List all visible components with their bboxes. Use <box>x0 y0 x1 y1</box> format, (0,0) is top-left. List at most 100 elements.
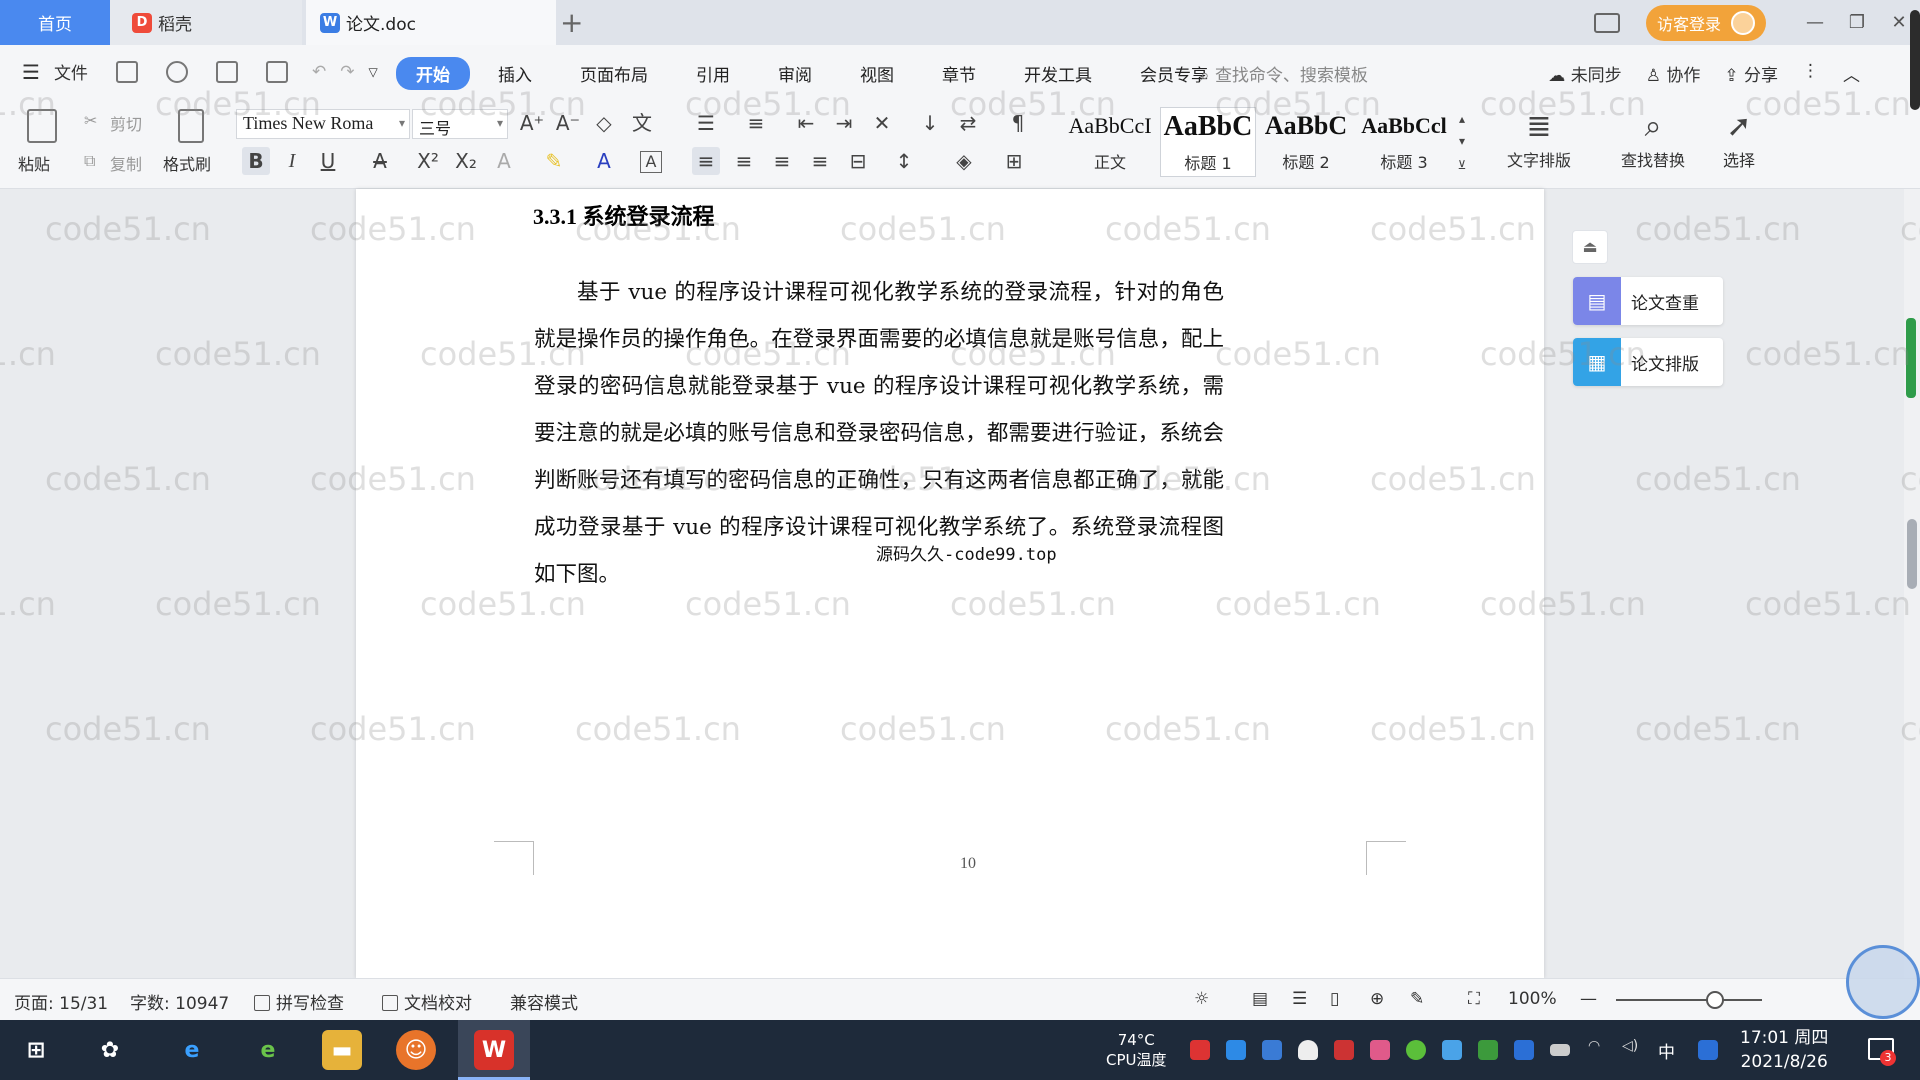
shrink-font-icon[interactable]: A⁻ <box>554 109 582 137</box>
tray-app-icon[interactable] <box>1334 1040 1354 1060</box>
scissors-icon[interactable]: ✂ <box>84 111 97 130</box>
paste-button[interactable]: 粘贴 <box>18 151 50 175</box>
fit-page-icon[interactable]: ⛶ <box>1468 989 1480 1009</box>
system-clock[interactable]: 17:01 周四 2021/8/26 <box>1740 1026 1828 1074</box>
increase-indent-icon[interactable]: ⇥ <box>830 109 858 137</box>
superscript-icon[interactable]: X² <box>414 147 442 175</box>
share-button[interactable]: ⇪ 分享 <box>1724 61 1778 86</box>
file-explorer-icon[interactable]: ▬ <box>322 1030 362 1070</box>
copy-icon[interactable]: ⧉ <box>84 151 95 171</box>
sync-button[interactable]: ☁ 未同步 <box>1548 61 1621 86</box>
zoom-slider-thumb[interactable] <box>1706 991 1724 1009</box>
tab-developer[interactable]: 开发工具 <box>1004 57 1112 90</box>
command-search[interactable]: ⌕ 查找命令、搜索模板 <box>1200 61 1368 86</box>
paper-check-button[interactable]: ▤ 论文查重 <box>1573 277 1723 325</box>
windows-start-icon[interactable]: ⊞ <box>16 1030 56 1070</box>
tab-view[interactable]: 视图 <box>840 57 914 90</box>
print-preview-icon[interactable] <box>265 60 288 83</box>
font-name-select[interactable]: Times New Roma ▾ <box>236 109 410 139</box>
select-button[interactable]: ➚ 选择 <box>1694 107 1784 171</box>
guest-login-button[interactable]: 访客登录 <box>1646 4 1766 41</box>
bell-icon[interactable] <box>1298 1040 1318 1060</box>
bluetooth-icon[interactable] <box>1514 1040 1534 1060</box>
page-indicator[interactable]: 页面: 15/31 <box>14 989 108 1014</box>
redo-icon[interactable]: ↷ <box>340 62 354 82</box>
show-marks-icon[interactable]: ¶ <box>1004 109 1032 137</box>
phonetic-icon[interactable]: 文 <box>628 109 656 137</box>
tab-review[interactable]: 审阅 <box>758 57 832 90</box>
tab-document[interactable]: W 论文.doc <box>306 0 556 45</box>
highlight-icon[interactable]: ✎ <box>540 147 568 175</box>
align-right-icon[interactable]: ≡ <box>768 147 796 175</box>
char-border-icon[interactable]: A <box>640 151 662 173</box>
section-heading[interactable]: 3.3.1 系统登录流程 <box>533 199 715 231</box>
style-normal[interactable]: AaBbCcI 正文 <box>1062 107 1158 177</box>
chinese-layout-icon[interactable]: ✕ <box>868 109 896 137</box>
bullet-list-icon[interactable]: ☰ <box>692 109 720 137</box>
italic-icon[interactable]: I <box>278 147 306 175</box>
assistant-avatar-icon[interactable] <box>1846 945 1920 1019</box>
tray-app-icon[interactable] <box>1370 1040 1390 1060</box>
tab-daoke[interactable]: D 稻壳 <box>110 0 302 45</box>
reading-view-icon[interactable]: ▯ <box>1330 989 1339 1009</box>
style-heading-2[interactable]: AaBbC 标题 2 <box>1258 107 1354 177</box>
clear-format-icon[interactable]: ◇ <box>590 109 618 137</box>
bold-icon[interactable]: B <box>242 147 270 175</box>
search-tray-icon[interactable] <box>1698 1040 1718 1060</box>
align-left-icon[interactable]: ≡ <box>692 147 720 175</box>
tab-insert[interactable]: 插入 <box>478 57 552 90</box>
tab-start[interactable]: 开始 <box>396 57 470 90</box>
pinwheel-app-icon[interactable]: ✿ <box>90 1030 130 1070</box>
customize-arrow-icon[interactable]: ▽ <box>368 65 377 79</box>
side-panel-collapse-icon[interactable]: ⏏ <box>1572 230 1608 264</box>
doc-proof-button[interactable]: 文档校对 <box>382 989 472 1014</box>
undo-icon[interactable]: ↶ <box>312 62 326 82</box>
tray-app-icon[interactable] <box>1190 1040 1210 1060</box>
format-painter-icon[interactable] <box>178 109 204 143</box>
spell-check-button[interactable]: 拼写检查 <box>254 989 344 1014</box>
page-view-icon[interactable]: ▤ <box>1252 989 1268 1009</box>
numbered-list-icon[interactable]: ≡ <box>742 109 770 137</box>
new-tab-button[interactable]: + <box>560 6 583 39</box>
outline-view-icon[interactable]: ☰ <box>1292 989 1307 1009</box>
decrease-indent-icon[interactable]: ⇤ <box>792 109 820 137</box>
underline-icon[interactable]: U <box>314 147 342 175</box>
collapse-ribbon-icon[interactable]: ︿ <box>1843 61 1860 86</box>
write-mode-icon[interactable]: ✎ <box>1410 989 1424 1009</box>
paste-icon[interactable] <box>27 109 57 143</box>
text-effect-icon[interactable]: A <box>490 147 518 175</box>
grow-font-icon[interactable]: A⁺ <box>518 109 546 137</box>
tray-app-icon[interactable] <box>1226 1040 1246 1060</box>
battery-icon[interactable] <box>1550 1044 1570 1056</box>
line-spacing-icon[interactable]: ↕ <box>890 147 918 175</box>
cut-button[interactable]: 剪切 <box>110 111 142 135</box>
wps-writer-icon[interactable]: W <box>474 1030 514 1070</box>
ime-indicator[interactable]: 中 <box>1658 1038 1675 1063</box>
styles-expand-icon[interactable]: ⊻ <box>1448 151 1476 179</box>
subscript-icon[interactable]: X₂ <box>452 147 480 175</box>
copy-button[interactable]: 复制 <box>110 151 142 175</box>
wifi-icon[interactable]: ◠ <box>1588 1038 1600 1054</box>
tab-sections[interactable]: 章节 <box>922 57 996 90</box>
file-menu[interactable]: 文件 <box>54 59 88 84</box>
zoom-out-icon[interactable]: — <box>1580 989 1597 1009</box>
find-replace-button[interactable]: ⌕ 查找替换 <box>1608 107 1698 171</box>
hamburger-icon[interactable]: ☰ <box>22 60 40 84</box>
volume-icon[interactable]: ◁) <box>1622 1038 1638 1054</box>
distribute-icon[interactable]: ⊟ <box>844 147 872 175</box>
font-color-icon[interactable]: A <box>590 147 618 175</box>
sort-icon[interactable]: ↓ <box>916 109 944 137</box>
tray-app-icon[interactable] <box>1406 1040 1426 1060</box>
format-painter-button[interactable]: 格式刷 <box>163 151 211 175</box>
text-direction-icon[interactable]: ⇄ <box>954 109 982 137</box>
style-heading-1[interactable]: AaBbC 标题 1 <box>1160 107 1256 177</box>
eye-protect-icon[interactable]: ☼ <box>1194 989 1209 1009</box>
game-app-icon[interactable]: ☺ <box>396 1030 436 1070</box>
font-size-select[interactable]: 三号 ▾ <box>412 109 508 139</box>
browser-360-icon[interactable]: e <box>248 1030 288 1070</box>
justify-icon[interactable]: ≡ <box>806 147 834 175</box>
style-heading-3[interactable]: AaBbCcl 标题 3 <box>1356 107 1452 177</box>
undo-history-icon[interactable] <box>165 60 188 83</box>
layout-toggle-icon[interactable] <box>1594 12 1620 33</box>
save-icon[interactable] <box>115 60 138 83</box>
